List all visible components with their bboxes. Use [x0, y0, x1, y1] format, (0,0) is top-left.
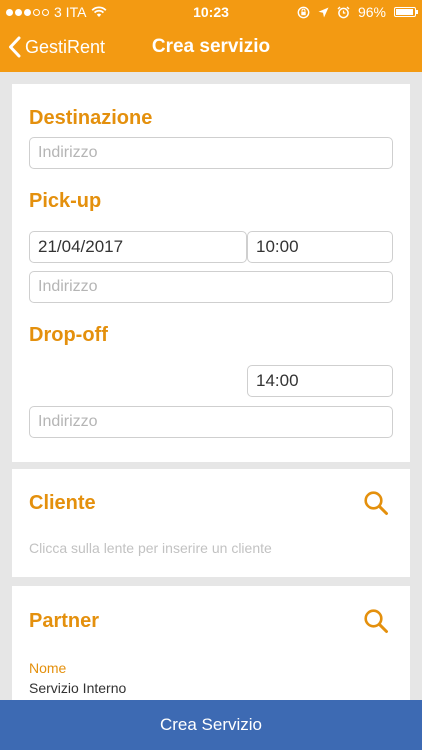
dropoff-time-input[interactable]: 14:00 [247, 365, 393, 397]
partner-name-label: Nome [29, 660, 67, 676]
partner-search-icon[interactable] [363, 608, 389, 634]
location-arrow-icon [318, 7, 329, 17]
destinazione-address-input[interactable]: Indirizzo [29, 137, 393, 169]
battery-percent: 96% [357, 4, 386, 20]
route-card: Destinazione Indirizzo Pick-up 21/04/201… [12, 84, 410, 462]
crea-servizio-button[interactable]: Crea Servizio [0, 700, 422, 750]
pickup-address-input[interactable]: Indirizzo [29, 271, 393, 303]
status-bar: 3 ITA 10:23 96% [0, 0, 422, 24]
dropoff-address-input[interactable]: Indirizzo [29, 406, 393, 438]
destinazione-title: Destinazione [29, 107, 153, 129]
pickup-time-input[interactable]: 10:00 [247, 231, 393, 263]
top-bar: 3 ITA 10:23 96% GestiRent Crea servizio [0, 0, 422, 72]
pickup-title: Pick-up [29, 190, 102, 212]
partner-title: Partner [29, 610, 100, 632]
pickup-date-input[interactable]: 21/04/2017 [29, 231, 247, 263]
cliente-search-icon[interactable] [363, 490, 389, 516]
partner-card: Partner Nome Servizio Interno [12, 586, 410, 700]
cliente-card: Cliente Clicca sulla lente per inserire … [12, 469, 410, 577]
navigation-bar: GestiRent Crea servizio [0, 24, 422, 72]
status-right: 96% [297, 4, 418, 20]
cliente-hint: Clicca sulla lente per inserire un clien… [29, 540, 272, 556]
partner-name-value: Servizio Interno [29, 680, 127, 696]
battery-icon [394, 7, 418, 17]
page-title: Crea servizio [151, 36, 271, 57]
dropoff-title: Drop-off [29, 324, 108, 346]
battery-fill [396, 9, 414, 15]
orientation-lock-icon [297, 6, 310, 18]
cliente-title: Cliente [29, 492, 96, 514]
alarm-icon [337, 6, 350, 18]
